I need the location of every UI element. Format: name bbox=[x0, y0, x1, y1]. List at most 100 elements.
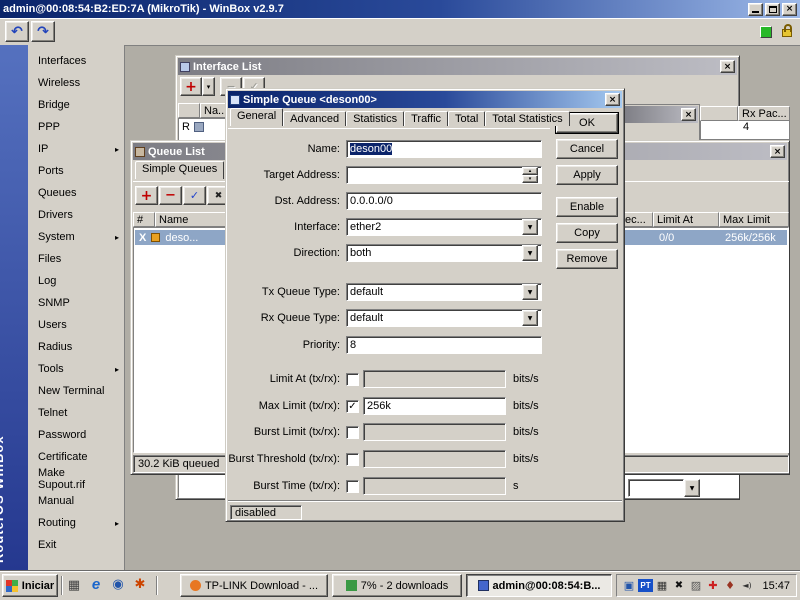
task-winbox[interactable]: admin@00:08:54:B... bbox=[466, 574, 612, 597]
sidebar-item[interactable]: Drivers ▸ bbox=[28, 204, 125, 226]
sidebar-item[interactable]: Exit ▸ bbox=[28, 534, 125, 556]
burst-time-checkbox[interactable] bbox=[346, 479, 359, 493]
burst-threshold-checkbox[interactable] bbox=[346, 452, 359, 466]
enable-queue-button[interactable]: ✓ bbox=[183, 186, 206, 205]
target-up-icon[interactable]: ▴ bbox=[522, 167, 538, 175]
target-address-label: Target Address: bbox=[263, 169, 340, 181]
quicklaunch-app-icon[interactable]: ✱ bbox=[132, 577, 148, 592]
enable-button[interactable]: Enable bbox=[556, 197, 618, 217]
col-number[interactable]: # bbox=[133, 212, 155, 227]
tab-traffic[interactable]: Traffic bbox=[404, 111, 449, 126]
dialog-titlebar[interactable]: Simple Queue <deson00> × bbox=[228, 91, 622, 108]
tx-queue-type-select[interactable]: default ▼ bbox=[346, 283, 542, 301]
name-input[interactable]: deson00 bbox=[346, 140, 542, 158]
sidebar-item[interactable]: Log ▸ bbox=[28, 270, 125, 292]
tray-display-icon[interactable]: ▣ bbox=[621, 579, 637, 592]
background-combo-dropdown-icon[interactable]: ▼ bbox=[684, 479, 700, 497]
tray-app-icon[interactable]: ▨ bbox=[688, 579, 704, 592]
rx-queue-type-select[interactable]: default ▼ bbox=[346, 309, 542, 327]
sidebar-item[interactable]: Telnet ▸ bbox=[28, 402, 125, 424]
limit-at-checkbox[interactable] bbox=[346, 372, 359, 386]
sidebar-item[interactable]: Manual ▸ bbox=[28, 490, 125, 512]
sidebar-item[interactable]: Password ▸ bbox=[28, 424, 125, 446]
max-limit-input[interactable]: 256k bbox=[363, 397, 506, 415]
sidebar-item[interactable]: Users ▸ bbox=[28, 314, 125, 336]
background-combo-value[interactable] bbox=[628, 479, 684, 497]
redo-button[interactable]: ↷ bbox=[31, 21, 55, 42]
sidebar-item[interactable]: PPP ▸ bbox=[28, 116, 125, 138]
remove-queue-button[interactable]: − bbox=[159, 186, 182, 205]
col-limit-at[interactable]: Limit At bbox=[653, 212, 719, 227]
quicklaunch-show-desktop-icon[interactable]: ▦ bbox=[66, 578, 82, 593]
interface-row[interactable]: R bbox=[182, 121, 204, 133]
add-dropdown-icon[interactable]: ▾ bbox=[202, 77, 215, 96]
background-window-close-icon[interactable]: × bbox=[681, 108, 696, 121]
direction-dropdown-icon[interactable]: ▼ bbox=[522, 245, 538, 261]
remove-button[interactable]: Remove bbox=[556, 249, 618, 269]
sidebar-item[interactable]: Files ▸ bbox=[28, 248, 125, 270]
interface-list-col-spacer[interactable] bbox=[178, 103, 200, 118]
sidebar-item[interactable]: Radius ▸ bbox=[28, 336, 125, 358]
sidebar-item[interactable]: Tools ▸ bbox=[28, 358, 125, 380]
quicklaunch-globe-icon[interactable]: ◉ bbox=[110, 577, 126, 592]
target-down-icon[interactable]: ▾ bbox=[522, 175, 538, 183]
close-button[interactable]: × bbox=[782, 2, 797, 16]
sidebar-item[interactable]: Queues ▸ bbox=[28, 182, 125, 204]
col-max-limit[interactable]: Max Limit bbox=[719, 212, 789, 227]
sidebar-item[interactable]: Routing ▸ bbox=[28, 512, 125, 534]
direction-select[interactable]: both ▼ bbox=[346, 244, 542, 262]
task-tplink-download[interactable]: TP-LINK Download - ... bbox=[180, 574, 328, 597]
interface-select[interactable]: ether2 ▼ bbox=[346, 218, 542, 236]
stats-col-rx-packets[interactable]: Rx Pac... bbox=[738, 106, 790, 121]
sidebar-item[interactable]: Bridge ▸ bbox=[28, 94, 125, 116]
sidebar-item[interactable]: Wireless ▸ bbox=[28, 72, 125, 94]
quicklaunch-browser-icon[interactable]: e bbox=[88, 576, 104, 593]
burst-limit-checkbox[interactable] bbox=[346, 425, 359, 439]
apply-button[interactable]: Apply bbox=[556, 165, 618, 185]
sidebar-item[interactable]: Interfaces ▸ bbox=[28, 50, 125, 72]
minimize-button[interactable] bbox=[748, 2, 763, 16]
target-address-input[interactable]: ▴ ▾ bbox=[346, 166, 542, 184]
dialog-close-icon[interactable]: × bbox=[605, 93, 620, 106]
interface-list-close-icon[interactable]: × bbox=[720, 60, 735, 73]
sidebar-item[interactable]: New Terminal ▸ bbox=[28, 380, 125, 402]
add-queue-button[interactable]: + bbox=[135, 186, 158, 205]
cancel-button[interactable]: Cancel bbox=[556, 139, 618, 159]
maximize-button[interactable] bbox=[765, 2, 780, 16]
tray-keyboard-icon[interactable]: ▦ bbox=[654, 579, 670, 592]
sidebar-item[interactable]: IP ▸ bbox=[28, 138, 125, 160]
start-button[interactable]: Iniciar bbox=[2, 574, 58, 597]
tab-statistics[interactable]: Statistics bbox=[346, 111, 405, 126]
interface-dropdown-icon[interactable]: ▼ bbox=[522, 219, 538, 235]
tx-queue-type-dropdown-icon[interactable]: ▼ bbox=[522, 284, 538, 300]
tray-health-icon[interactable]: ✚ bbox=[705, 579, 721, 592]
task-downloads[interactable]: 7% - 2 downloads bbox=[332, 574, 462, 597]
col-truncated[interactable]: ec... bbox=[621, 212, 653, 227]
tray-app2-icon[interactable]: ♦ bbox=[722, 579, 738, 592]
priority-input[interactable]: 8 bbox=[346, 336, 542, 354]
interface-list-titlebar[interactable]: Interface List × bbox=[178, 58, 737, 75]
tab-advanced[interactable]: Advanced bbox=[283, 111, 347, 126]
sidebar-item[interactable]: System ▸ bbox=[28, 226, 125, 248]
queue-list-close-icon[interactable]: × bbox=[770, 145, 785, 158]
tray-volume-icon[interactable]: ◄) bbox=[739, 581, 755, 590]
tray-language-pt-badge[interactable]: PT bbox=[638, 579, 653, 592]
tab-total[interactable]: Total bbox=[448, 111, 486, 126]
undo-button[interactable]: ↶ bbox=[5, 21, 29, 42]
copy-button[interactable]: Copy bbox=[556, 223, 618, 243]
sidebar-item[interactable]: Certificate ▸ bbox=[28, 446, 125, 468]
rx-queue-type-dropdown-icon[interactable]: ▼ bbox=[522, 310, 538, 326]
stats-col-spacer[interactable] bbox=[700, 106, 738, 121]
dst-address-input[interactable]: 0.0.0.0/0 bbox=[346, 192, 542, 210]
sidebar-item[interactable]: Make Supout.rif ▸ bbox=[28, 467, 125, 491]
tab-total-statistics[interactable]: Total Statistics bbox=[485, 111, 570, 126]
tray-x-icon[interactable]: ✖ bbox=[671, 580, 687, 591]
sidebar-item[interactable]: SNMP ▸ bbox=[28, 292, 125, 314]
tab-simple-queues[interactable]: Simple Queues bbox=[135, 161, 225, 179]
tab-general[interactable]: General bbox=[230, 108, 284, 126]
background-window-titlebar[interactable]: × bbox=[622, 106, 698, 123]
dialog-title: Simple Queue <deson00> bbox=[243, 93, 377, 106]
max-limit-checkbox[interactable]: ✓ bbox=[346, 399, 359, 413]
sidebar-item[interactable]: Ports ▸ bbox=[28, 160, 125, 182]
add-interface-button[interactable]: + bbox=[180, 77, 202, 96]
